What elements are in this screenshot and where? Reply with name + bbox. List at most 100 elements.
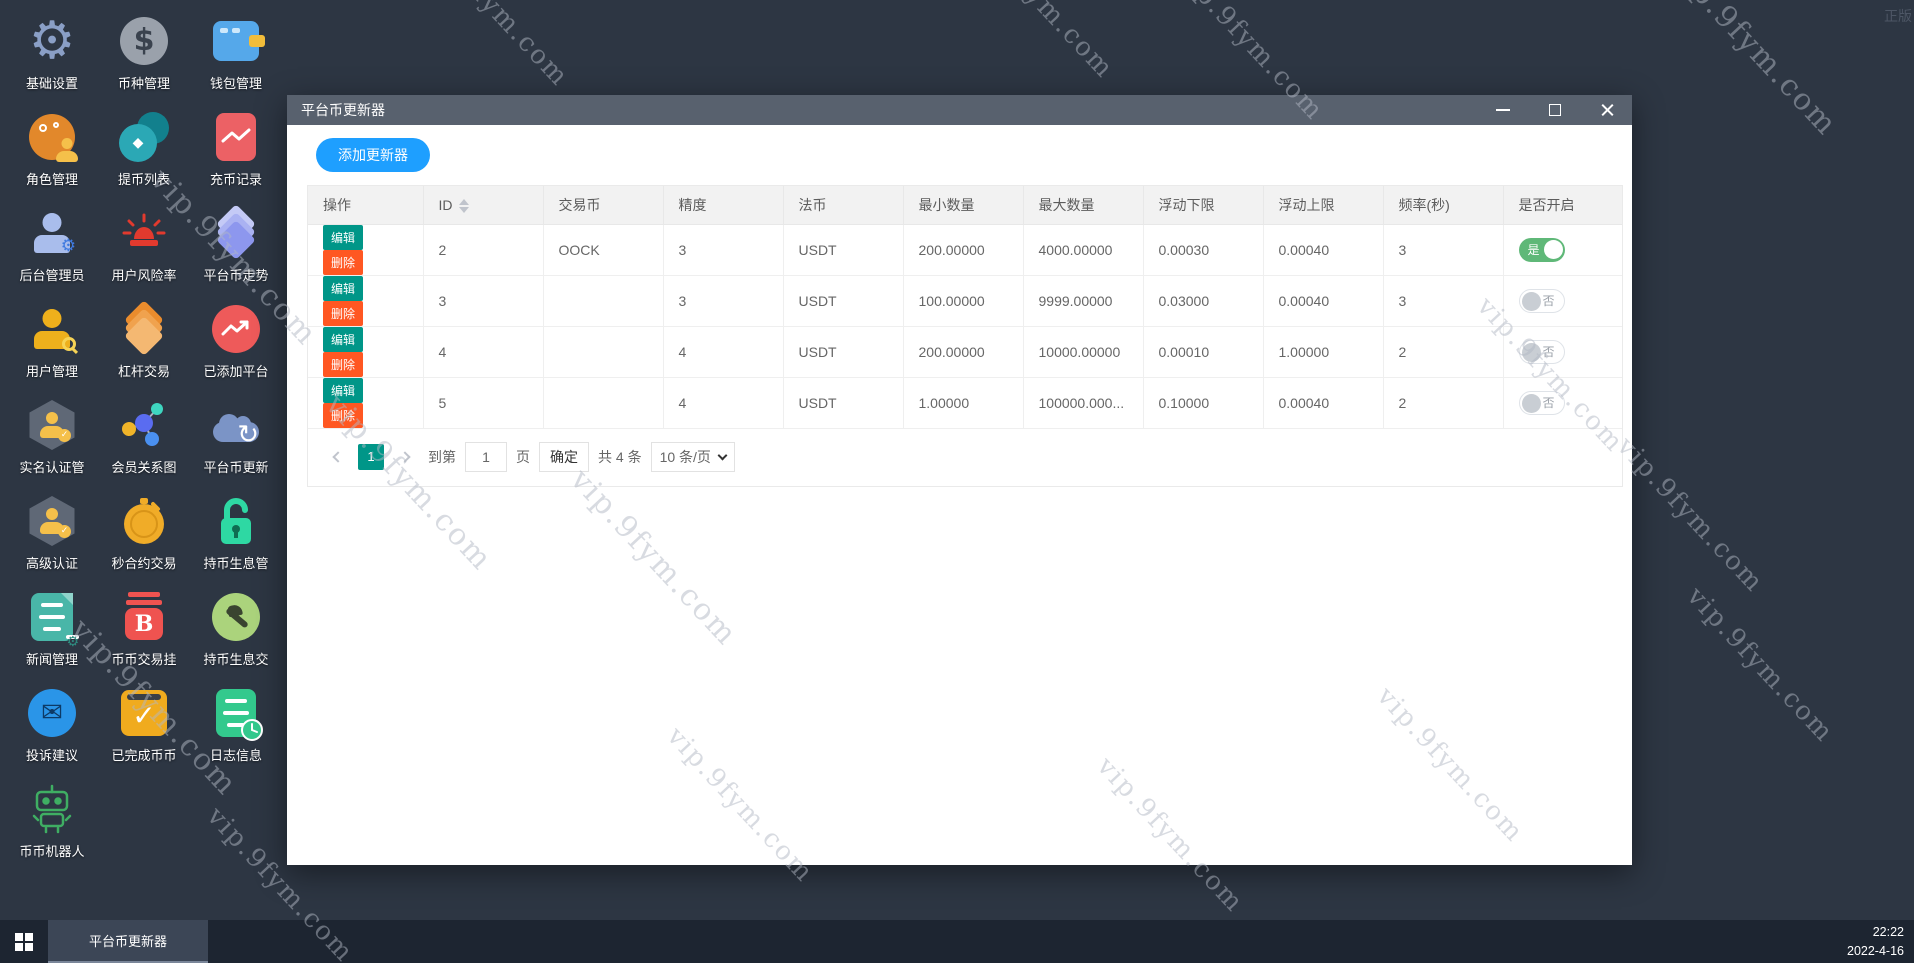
header-frequency: 频率(秒)	[1383, 186, 1504, 225]
desktop-icon-coin-management[interactable]: $ 币种管理	[98, 4, 190, 100]
close-button[interactable]	[1596, 99, 1618, 121]
desktop-icon-basic-settings[interactable]: ⚙ 基础设置	[6, 4, 98, 100]
desktop-icon-deposit-records[interactable]: 充币记录	[190, 100, 282, 196]
desktop-icon-grid: ⚙ 基础设置 $ 币种管理 钱包管理 角色管理 ◆ 提币列表 充币记录 ⚙ 后台…	[6, 4, 282, 868]
desktop-icon-leverage-trade[interactable]: 杠杆交易	[98, 292, 190, 388]
chevron-left-icon[interactable]	[323, 444, 349, 470]
page-size-select[interactable]: 10 条/页	[650, 441, 735, 472]
enabled-toggle[interactable]: 否	[1518, 288, 1565, 313]
cell-fiat: USDT	[783, 275, 904, 327]
coin-front-icon: ◆	[119, 124, 157, 162]
icon-label: 后台管理员	[19, 268, 85, 283]
jar-lid-icon	[128, 592, 160, 597]
chart-card-icon	[216, 113, 256, 161]
cell-min: 200.00000	[903, 224, 1024, 276]
minimize-button[interactable]	[1492, 99, 1514, 121]
btc-jar-icon: B	[125, 608, 163, 640]
icon-label: 日志信息	[209, 748, 262, 763]
desktop-icon-advanced-verify[interactable]: ✓ 高级认证	[6, 484, 98, 580]
chevron-right-icon[interactable]	[393, 444, 419, 470]
windows-logo-icon	[15, 932, 33, 951]
user-person-icon	[34, 309, 76, 351]
cell-min: 100.00000	[903, 275, 1024, 327]
delete-button[interactable]: 删除	[323, 300, 364, 326]
gear-icon: ⚙	[66, 634, 79, 650]
enabled-toggle[interactable]: 是	[1518, 237, 1565, 262]
desktop-icon-news-management[interactable]: ⚙ 新闻管理	[6, 580, 98, 676]
header-id: ID	[423, 186, 544, 225]
delete-button[interactable]: 删除	[323, 351, 364, 377]
goto-suffix: 页	[516, 448, 530, 465]
taskbar-item-platform-coin-updater[interactable]: 平台币更新器	[48, 920, 208, 963]
desktop-icon-coin-trade-orders[interactable]: B 币币交易挂	[98, 580, 190, 676]
desktop-icon-platform-coin-update[interactable]: ↻ 平台币更新	[190, 388, 282, 484]
pickaxe-circle-icon	[212, 593, 260, 641]
cell-id: 4	[423, 326, 544, 378]
desktop-icon-added-platforms[interactable]: 已添加平台	[190, 292, 282, 388]
refresh-icon: ↻	[237, 420, 259, 450]
siren-icon	[122, 213, 166, 246]
desktop-icon-user-management[interactable]: 用户管理	[6, 292, 98, 388]
desktop-icon-user-risk[interactable]: 用户风险率	[98, 196, 190, 292]
page-1-button[interactable]: 1	[358, 443, 384, 470]
desktop-icon-completed-trades[interactable]: ✓ 已完成币币	[98, 676, 190, 772]
cell-coin	[543, 275, 664, 327]
genuine-badge: 正版	[1884, 8, 1912, 24]
icon-label: 币币交易挂	[111, 652, 177, 667]
desktop-icon-holding-interest-manage[interactable]: 持币生息管	[190, 484, 282, 580]
gear-icon: ⚙	[28, 11, 76, 71]
cell-max: 4000.00000	[1023, 224, 1144, 276]
admin-person-icon: ⚙	[34, 213, 76, 255]
maximize-button[interactable]	[1544, 99, 1566, 121]
desktop-icon-withdraw-list[interactable]: ◆ 提币列表	[98, 100, 190, 196]
icon-label: 秒合约交易	[111, 556, 177, 571]
desktop-icon-coin-robot[interactable]: 币币机器人	[6, 772, 98, 868]
chevron-down-icon	[717, 450, 728, 460]
edit-button[interactable]: 编辑	[323, 326, 364, 352]
icon-label: 实名认证管	[19, 460, 85, 475]
desktop-icon-role-management[interactable]: 角色管理	[6, 100, 98, 196]
sort-icon[interactable]	[458, 198, 469, 213]
header-fiat: 法币	[783, 186, 904, 225]
enabled-toggle[interactable]: 否	[1518, 339, 1565, 364]
icon-label: 平台币更新	[203, 460, 269, 475]
cell-float-max: 0.00040	[1263, 275, 1384, 327]
desktop-icon-complaints[interactable]: ✉ 投诉建议	[6, 676, 98, 772]
cell-float-min: 0.03000	[1143, 275, 1264, 327]
header-max: 最大数量	[1023, 186, 1144, 225]
edit-button[interactable]: 编辑	[323, 377, 364, 403]
icon-label: 投诉建议	[25, 748, 78, 763]
delete-button[interactable]: 删除	[323, 402, 364, 428]
cell-fiat: USDT	[783, 224, 904, 276]
gear-icon: ⚙	[60, 236, 76, 256]
desktop-icon-member-relations[interactable]: 会员关系图	[98, 388, 190, 484]
start-button[interactable]	[0, 920, 48, 963]
desktop-icon-log-info[interactable]: 日志信息	[190, 676, 282, 772]
taskbar-clock: 22:22 2022-4-16	[1847, 923, 1914, 959]
desktop-icon-platform-coin-trend[interactable]: 平台币走势	[190, 196, 282, 292]
desktop-icon-second-contract[interactable]: 秒合约交易	[98, 484, 190, 580]
wallet-icon	[213, 21, 265, 61]
confirm-page-button[interactable]: 确定	[539, 441, 589, 472]
icon-label: 币币机器人	[19, 844, 85, 859]
goto-page-input[interactable]	[465, 441, 507, 472]
cell-precision: 3	[663, 224, 784, 276]
desktop-icon-holding-interest-trade[interactable]: 持币生息交	[190, 580, 282, 676]
cell-coin	[543, 326, 664, 378]
cell-frequency: 2	[1383, 377, 1504, 429]
icon-label: 钱包管理	[209, 76, 262, 91]
cell-precision: 3	[663, 275, 784, 327]
layers-icon	[211, 204, 261, 260]
edit-button[interactable]: 编辑	[323, 224, 364, 250]
edit-button[interactable]: 编辑	[323, 275, 364, 301]
delete-button[interactable]: 删除	[323, 249, 364, 275]
window-titlebar[interactable]: 平台币更新器	[287, 95, 1632, 125]
desktop-icon-admin[interactable]: ⚙ 后台管理员	[6, 196, 98, 292]
desktop-icon-realname-verify[interactable]: ✓ 实名认证管	[6, 388, 98, 484]
cell-float-max: 0.00040	[1263, 377, 1384, 429]
clock-date: 2022-4-16	[1847, 943, 1904, 958]
enabled-toggle[interactable]: 否	[1518, 390, 1565, 415]
desktop-icon-wallet-management[interactable]: 钱包管理	[190, 4, 282, 100]
add-updater-button[interactable]: 添加更新器	[316, 138, 430, 172]
updater-table: 操作 ID 交易币 精度 法币 最小数量 最大数量 浮动下限 浮动上限 频率(秒…	[307, 185, 1623, 487]
